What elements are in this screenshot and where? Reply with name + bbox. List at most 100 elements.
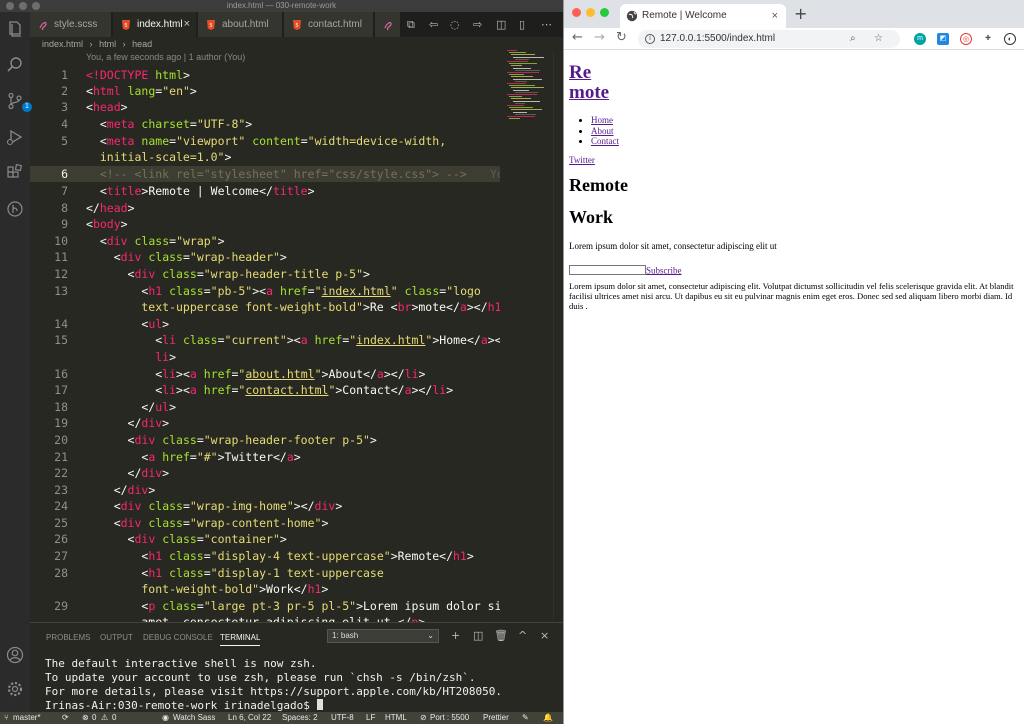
go-back-icon[interactable]: ⇦ (429, 12, 438, 37)
code-editor[interactable]: 1 2 3 4 5 6 7 8 9 10 11 12 13 14 15 16 17 18 19 20 21 22 23 24 2… (30, 66, 500, 622)
maximize-panel-icon[interactable]: ^ (518, 629, 527, 642)
panel-tab-problems[interactable]: PROBLEMS (46, 633, 90, 642)
close-window-button[interactable] (572, 8, 581, 17)
tab-style-scss[interactable]: style.scss (30, 12, 112, 37)
tab-overflow[interactable] (375, 12, 401, 37)
activity-bar: 1 (0, 12, 32, 712)
live-server-port[interactable]: Port : 5500 (430, 712, 469, 724)
bottom-panel: PROBLEMS OUTPUT DEBUG CONSOLE TERMINAL 1… (30, 622, 563, 712)
breadcrumb-html[interactable]: html (99, 39, 116, 49)
profile-avatar[interactable]: ◐ (1004, 33, 1016, 45)
minimap-line (509, 118, 520, 120)
settings-gear-icon[interactable] (6, 680, 24, 698)
nav-link-home[interactable]: Home (591, 115, 613, 125)
zoom-window-button[interactable] (600, 8, 609, 17)
language-mode[interactable]: HTML (385, 712, 407, 724)
terminal-output[interactable]: The default interactive shell is now zsh… (45, 657, 502, 713)
line-number: 8 (61, 201, 68, 215)
bookmark-star-icon[interactable]: ☆ (874, 30, 883, 48)
open-preview-icon[interactable]: ◫ (496, 12, 506, 37)
code-line: </div> (86, 466, 170, 480)
account-icon[interactable] (6, 646, 24, 664)
explorer-icon[interactable] (6, 20, 24, 38)
more-actions-icon[interactable]: ⋯ (541, 12, 552, 37)
search-icon[interactable] (6, 56, 24, 74)
minimap-line (511, 65, 522, 67)
tab-contact-html[interactable]: 5 contact.html (284, 12, 374, 37)
nav-link-about[interactable]: About (591, 126, 614, 136)
panel-tab-terminal[interactable]: TERMINAL (220, 633, 261, 646)
twitter-link[interactable]: Twitter (569, 155, 1021, 165)
site-info-icon[interactable]: i (645, 34, 655, 44)
line-number: 26 (54, 532, 68, 546)
compare-changes-icon[interactable]: ⧉ (407, 12, 415, 37)
feedback-icon[interactable]: ✎ (522, 712, 529, 724)
minimap-line (509, 52, 526, 54)
code-line: </div> (86, 483, 156, 497)
line-ending[interactable]: LF (366, 712, 375, 724)
watch-sass[interactable]: Watch Sass (173, 712, 215, 724)
code-line: <!-- <link rel="stylesheet" href="css/st… (86, 167, 467, 181)
breadcrumb-head[interactable]: head (132, 39, 152, 49)
terminal-select[interactable]: 1: bash ⌄ (327, 629, 439, 643)
previous-change-icon[interactable]: ◌ (450, 12, 460, 37)
back-arrow-icon[interactable]: ← (572, 30, 583, 45)
close-tab-icon[interactable]: × (184, 12, 190, 37)
sync-icon[interactable]: ⟳ (62, 712, 69, 724)
extensions-icon[interactable] (6, 163, 24, 182)
tab-about-html[interactable]: 5 about.html (198, 12, 283, 37)
split-terminal-icon[interactable]: ◫ (473, 629, 483, 642)
extension-color-icon[interactable]: ◎ (960, 33, 972, 45)
git-branch[interactable]: master* (13, 712, 41, 724)
minimize-window-button[interactable] (586, 8, 595, 17)
forward-arrow-icon[interactable]: → (594, 30, 605, 45)
code-line: <p class="large pt-3 pr-5 pl-5">Lorem ip… (86, 599, 500, 613)
zoom-search-icon[interactable]: ⌕ (850, 30, 856, 48)
reload-icon[interactable]: ↻ (616, 30, 627, 45)
git-blame-codelens[interactable]: You, a few seconds ago | 1 author (You) (86, 52, 245, 62)
trash-icon[interactable]: 🗑 (494, 629, 508, 642)
logo-link[interactable]: Re mote (569, 62, 609, 103)
new-terminal-icon[interactable]: + (451, 629, 460, 642)
line-number: 15 (54, 333, 68, 347)
terminal-line: The default interactive shell is now zsh… (45, 657, 317, 670)
code-line: <h1 class="display-4 text-uppercase">Rem… (86, 549, 474, 563)
tab-index-html[interactable]: 5 index.html × (113, 12, 197, 37)
extension-screen-icon[interactable]: ◩ (937, 33, 949, 45)
close-panel-icon[interactable]: × (540, 629, 549, 642)
code-line: <body> (86, 217, 128, 231)
close-tab-icon[interactable]: × (772, 4, 778, 28)
email-input[interactable] (569, 264, 646, 275)
extension-m-icon[interactable]: m (914, 33, 926, 45)
cursor-position[interactable]: Ln 6, Col 22 (228, 712, 271, 724)
editor-scrollbar[interactable] (553, 51, 563, 622)
git-graph-icon[interactable] (6, 200, 24, 218)
panel-tab-output[interactable]: OUTPUT (100, 633, 133, 642)
code-line: <a href="#">Twitter</a> (86, 450, 301, 464)
prettier-status[interactable]: Prettier (483, 712, 509, 724)
indentation[interactable]: Spaces: 2 (282, 712, 318, 724)
address-bar[interactable]: i 127.0.0.1:5500/index.html ⌕ ☆ (638, 30, 900, 48)
split-editor-icon[interactable]: ▯ (519, 12, 525, 37)
warnings-count[interactable]: 0 (112, 712, 116, 724)
minimap-line (513, 78, 542, 80)
nav-link-contact[interactable]: Contact (591, 136, 619, 146)
minimap-line (507, 94, 537, 95)
problems-count[interactable]: 0 (92, 712, 96, 724)
source-control-icon[interactable]: 1 (6, 92, 32, 112)
browser-tab[interactable]: Remote | Welcome × (620, 4, 786, 28)
minimap[interactable] (505, 50, 550, 125)
new-tab-button[interactable]: + (794, 4, 807, 23)
minimap-line (511, 76, 533, 78)
run-debug-icon[interactable] (6, 128, 24, 146)
breadcrumb-file[interactable]: index.html (42, 39, 83, 49)
notifications-bell-icon[interactable]: 🔔 (543, 712, 553, 724)
minimap-line (513, 67, 531, 69)
terminal-prompt: Irinas-Air:030-remote-work irinadelgado$ (45, 699, 317, 712)
panel-tab-debug-console[interactable]: DEBUG CONSOLE (143, 633, 213, 642)
subscribe-link[interactable]: Subscribe (646, 265, 682, 275)
menu-kebab-icon[interactable]: ⋮ (1020, 33, 1024, 45)
extensions-puzzle-icon[interactable]: ✚ (982, 33, 994, 45)
encoding[interactable]: UTF-8 (331, 712, 354, 724)
go-forward-icon[interactable]: ⇨ (473, 12, 482, 37)
